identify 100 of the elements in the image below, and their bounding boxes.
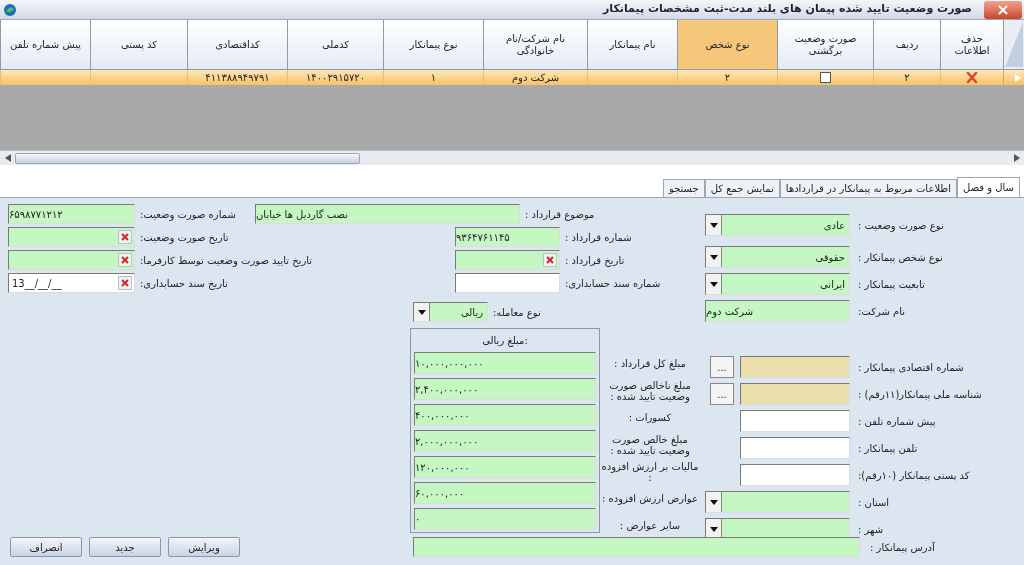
action-button[interactable]: ویرایش — [168, 537, 240, 557]
tab[interactable]: جستجو — [662, 179, 705, 197]
field-label: تاریخ تایید صورت وضعیت توسط کارفرما: — [140, 253, 313, 268]
row-pointer-icon — [1015, 73, 1021, 82]
column-header[interactable]: کداقتصادی — [187, 20, 287, 69]
date-field[interactable] — [8, 227, 135, 247]
close-button[interactable] — [984, 0, 1022, 19]
dropdown-value: حقوقی — [814, 250, 846, 265]
field-label: شماره صورت وضعیت: — [140, 207, 236, 222]
column-header[interactable]: ردیف — [873, 20, 940, 69]
dropdown[interactable]: عادی — [705, 214, 850, 236]
dropdown[interactable] — [705, 518, 850, 540]
action-button[interactable]: جدید — [89, 537, 161, 557]
dropdown[interactable] — [705, 491, 850, 513]
input-field[interactable] — [740, 437, 850, 459]
column-header[interactable]: نوع پیمانکار — [383, 20, 483, 69]
browse-button[interactable]: ... — [710, 356, 734, 378]
field-label: تلفن پیمانکار : — [858, 441, 918, 456]
caret-icon — [417, 309, 426, 315]
browse-button[interactable]: ... — [710, 383, 734, 405]
field-label: تاریخ سند حسابداری: — [140, 276, 228, 291]
input-field[interactable]: ۱۲۰,۰۰۰,۰۰۰ — [414, 456, 596, 479]
input-field[interactable] — [413, 537, 860, 557]
column-header[interactable]: کدملی — [287, 20, 383, 69]
dropdown[interactable]: حقوقی — [705, 246, 850, 268]
caret-icon — [709, 281, 718, 287]
dropdown[interactable]: ریالی — [413, 302, 488, 322]
field-label: سایر عوارض : — [619, 520, 681, 531]
table-cell-text: شرکت دوم — [511, 71, 560, 85]
table-cell-text: ۲ — [904, 71, 910, 85]
field-label: کد پستی پیمانکار (۱۰رقم): — [858, 468, 970, 483]
app-icon — [3, 2, 17, 17]
clear-button[interactable] — [118, 253, 132, 267]
input-field[interactable] — [740, 464, 850, 486]
input-field[interactable]: شرکت دوم — [705, 300, 850, 322]
dropdown[interactable]: ایرانی — [705, 273, 850, 295]
right-arrow-icon — [1013, 154, 1020, 162]
table-row[interactable]: ۲ ۲ شرکت دوم ۱ ۱۴۰۰۲۹۱۵۷۲۰ ۴۱۱۳۸۸۹۴۹۷۹۱ — [0, 70, 1024, 85]
close-icon — [998, 4, 1008, 15]
tab[interactable]: سال و فصل — [957, 177, 1020, 197]
column-header[interactable]: کد پستی — [90, 20, 187, 69]
clear-button[interactable] — [543, 253, 557, 267]
field-label: تاریخ صورت وضعیت: — [140, 230, 229, 245]
input-field[interactable] — [740, 410, 850, 432]
column-header[interactable]: پیش شماره تلفن — [0, 20, 90, 69]
date-field[interactable]: 13__/__/__ — [8, 273, 135, 293]
tab[interactable]: نمایش جمع کل — [704, 179, 780, 197]
scrollbar-thumb[interactable] — [15, 152, 360, 164]
clear-button[interactable] — [118, 276, 132, 290]
column-header[interactable]: نام پیمانکار — [587, 20, 677, 69]
caret-icon — [709, 254, 718, 260]
field-label: تاریخ قرارداد : — [565, 253, 625, 268]
dropdown-value: ایرانی — [819, 277, 846, 292]
input-field[interactable]: نصب گاردیل ها خیابان — [255, 204, 520, 224]
clear-button[interactable] — [118, 230, 132, 244]
field-label: شهر : — [858, 522, 884, 537]
window-title: صورت وضعیت تایید شده پیمان های بلند مدت-ثبت مشخصات پیمانکار — [601, 1, 973, 18]
table-cell-text: ۱ — [430, 71, 437, 85]
input-field[interactable] — [740, 383, 850, 405]
input-field[interactable]: ۲,۰۰۰,۰۰۰,۰۰۰ — [414, 430, 596, 453]
date-field[interactable] — [455, 250, 560, 270]
field-label: عوارض ارزش افزوده : — [602, 493, 698, 504]
column-header[interactable]: نوع شخص — [677, 20, 777, 69]
field-label: شناسه ملی پیمانکار(۱۱رقم) : — [858, 387, 982, 402]
field-label: تابعیت پیمانکار : — [858, 277, 925, 292]
left-arrow-icon — [4, 154, 11, 162]
date-field[interactable] — [8, 250, 135, 270]
field-label: شماره قرارداد : — [565, 230, 632, 245]
field-label: کسورات : — [628, 412, 672, 423]
action-button[interactable]: انصراف — [10, 537, 82, 557]
column-header[interactable]: نام شرکت/نام خانوادگی — [483, 20, 587, 69]
input-field[interactable] — [455, 273, 560, 293]
delete-button[interactable] — [965, 71, 979, 84]
field-label: استان : — [858, 495, 890, 510]
field-label: مالیات بر ارزش افزوده : — [600, 460, 700, 483]
field-label: مبلغ ناخالص صورت وضعیت تایید شده : — [608, 379, 692, 402]
input-field[interactable] — [740, 356, 850, 378]
field-label: پیش شماره تلفن : — [858, 414, 936, 429]
dropdown-value: ریالی — [459, 305, 484, 320]
input-field[interactable]: ۹۳۶۴۷۶۱۱۴۵ — [455, 227, 560, 247]
column-header[interactable]: حذف اطلاعات — [940, 20, 1003, 69]
table-cell-text: ۲ — [724, 71, 731, 85]
input-field[interactable]: ۶۵۹۸۷۷۱۲۱۲ — [8, 204, 135, 224]
group-title: مبلغ ریالی: — [482, 334, 528, 349]
input-field[interactable]: ۰ — [414, 508, 596, 530]
field-label: آدرس پیمانکار : — [870, 540, 935, 555]
input-field[interactable]: ۲,۴۰۰,۰۰۰,۰۰۰ — [414, 378, 596, 401]
field-label: موضوع قرارداد : — [525, 207, 595, 222]
table-cell-text: ۴۱۱۳۸۸۹۴۹۷۹۱ — [205, 71, 270, 85]
tab[interactable]: اطلاعات مربوط به پیمانکار در قراردادها — [779, 179, 958, 197]
table-cell-text: ۱۴۰۰۲۹۱۵۷۲۰ — [305, 71, 366, 85]
caret-icon — [709, 526, 718, 532]
input-field[interactable]: ۴۰۰,۰۰۰,۰۰۰ — [414, 404, 596, 427]
caret-icon — [709, 499, 718, 505]
corner-drawing — [1004, 20, 1024, 69]
checkbox[interactable] — [820, 72, 831, 83]
field-label: شماره اقتصادی پیمانکار : — [858, 360, 964, 375]
input-field[interactable]: ۱۰,۰۰۰,۰۰۰,۰۰۰ — [414, 352, 596, 375]
input-field[interactable]: ۶۰,۰۰۰,۰۰۰ — [414, 482, 596, 505]
field-label: شماره سند حسابداری: — [565, 276, 661, 291]
